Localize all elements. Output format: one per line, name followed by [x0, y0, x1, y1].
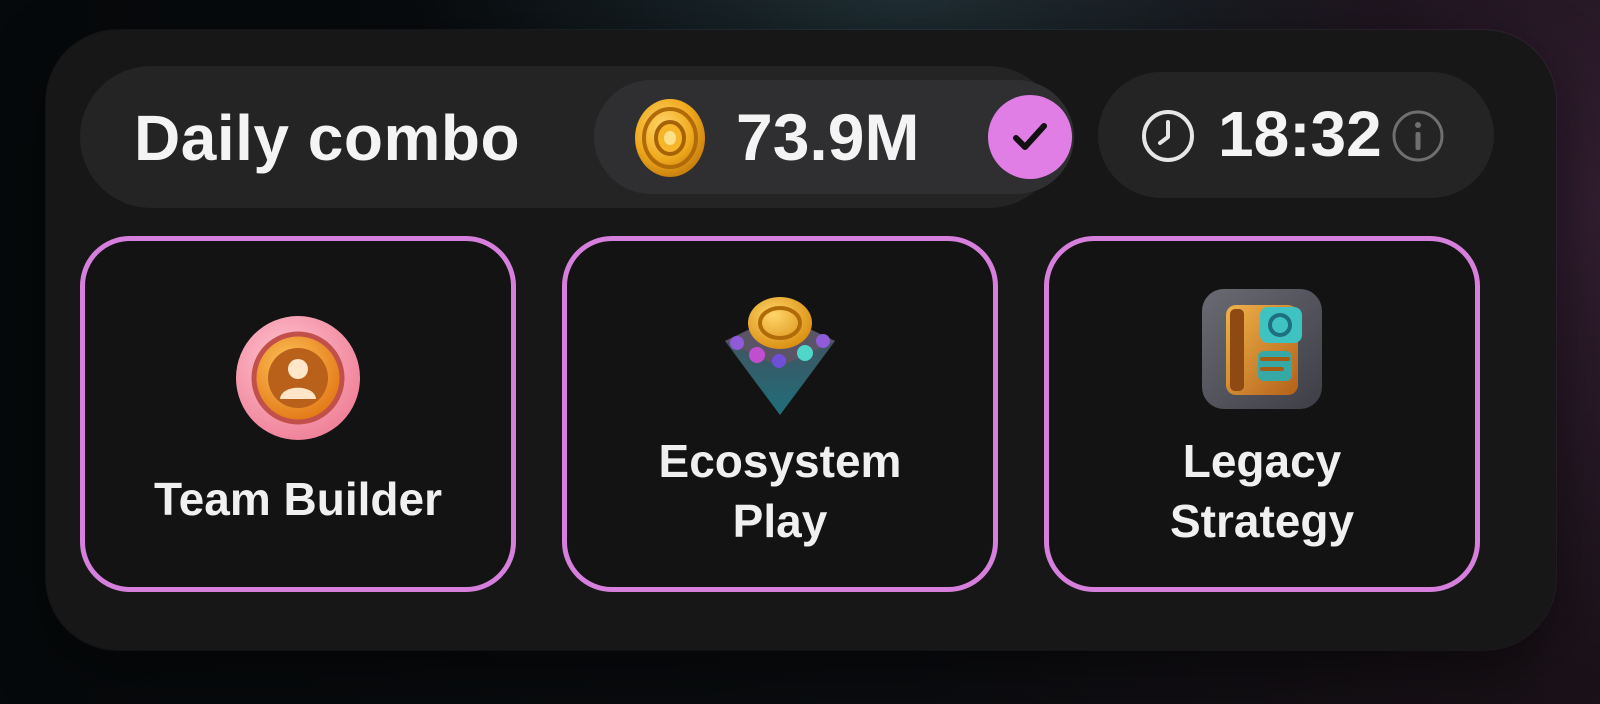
- combo-card-team-builder[interactable]: Team Builder: [80, 236, 516, 592]
- combo-timer: 18:32: [1098, 72, 1494, 198]
- combo-card-ecosystem-play[interactable]: Ecosystem Play: [562, 236, 998, 592]
- clock-icon: [1142, 110, 1194, 162]
- card-label-line: Legacy: [1182, 435, 1342, 487]
- combo-reward-pill: 73.9M: [594, 80, 1074, 194]
- card-label: Team Builder: [154, 473, 442, 525]
- daily-combo-title: Daily combo: [134, 102, 521, 174]
- info-icon[interactable]: [1390, 108, 1446, 164]
- daily-combo-header: Daily combo 73.9M: [80, 66, 1074, 208]
- coin-icon: [635, 99, 705, 177]
- combo-card-legacy-strategy[interactable]: Legacy Strategy: [1044, 236, 1480, 592]
- timer-countdown: 18:32: [1218, 98, 1382, 170]
- card-label-line: Strategy: [1169, 495, 1355, 547]
- combo-completed-badge[interactable]: [988, 95, 1072, 179]
- team-builder-icon: [236, 316, 360, 440]
- checkmark-icon: [1013, 123, 1047, 150]
- card-label: Ecosystem Play: [567, 431, 993, 551]
- card-label-line: Ecosystem: [658, 435, 902, 487]
- card-label: Legacy Strategy: [1049, 431, 1475, 551]
- card-label-line: Play: [732, 495, 828, 547]
- daily-combo-panel: Daily combo 73.9M 18:32 Team Builder Eco…: [46, 30, 1556, 650]
- ecosystem-play-icon: [725, 297, 835, 415]
- legacy-strategy-icon: [1202, 289, 1322, 409]
- combo-reward-amount: 73.9M: [736, 100, 920, 174]
